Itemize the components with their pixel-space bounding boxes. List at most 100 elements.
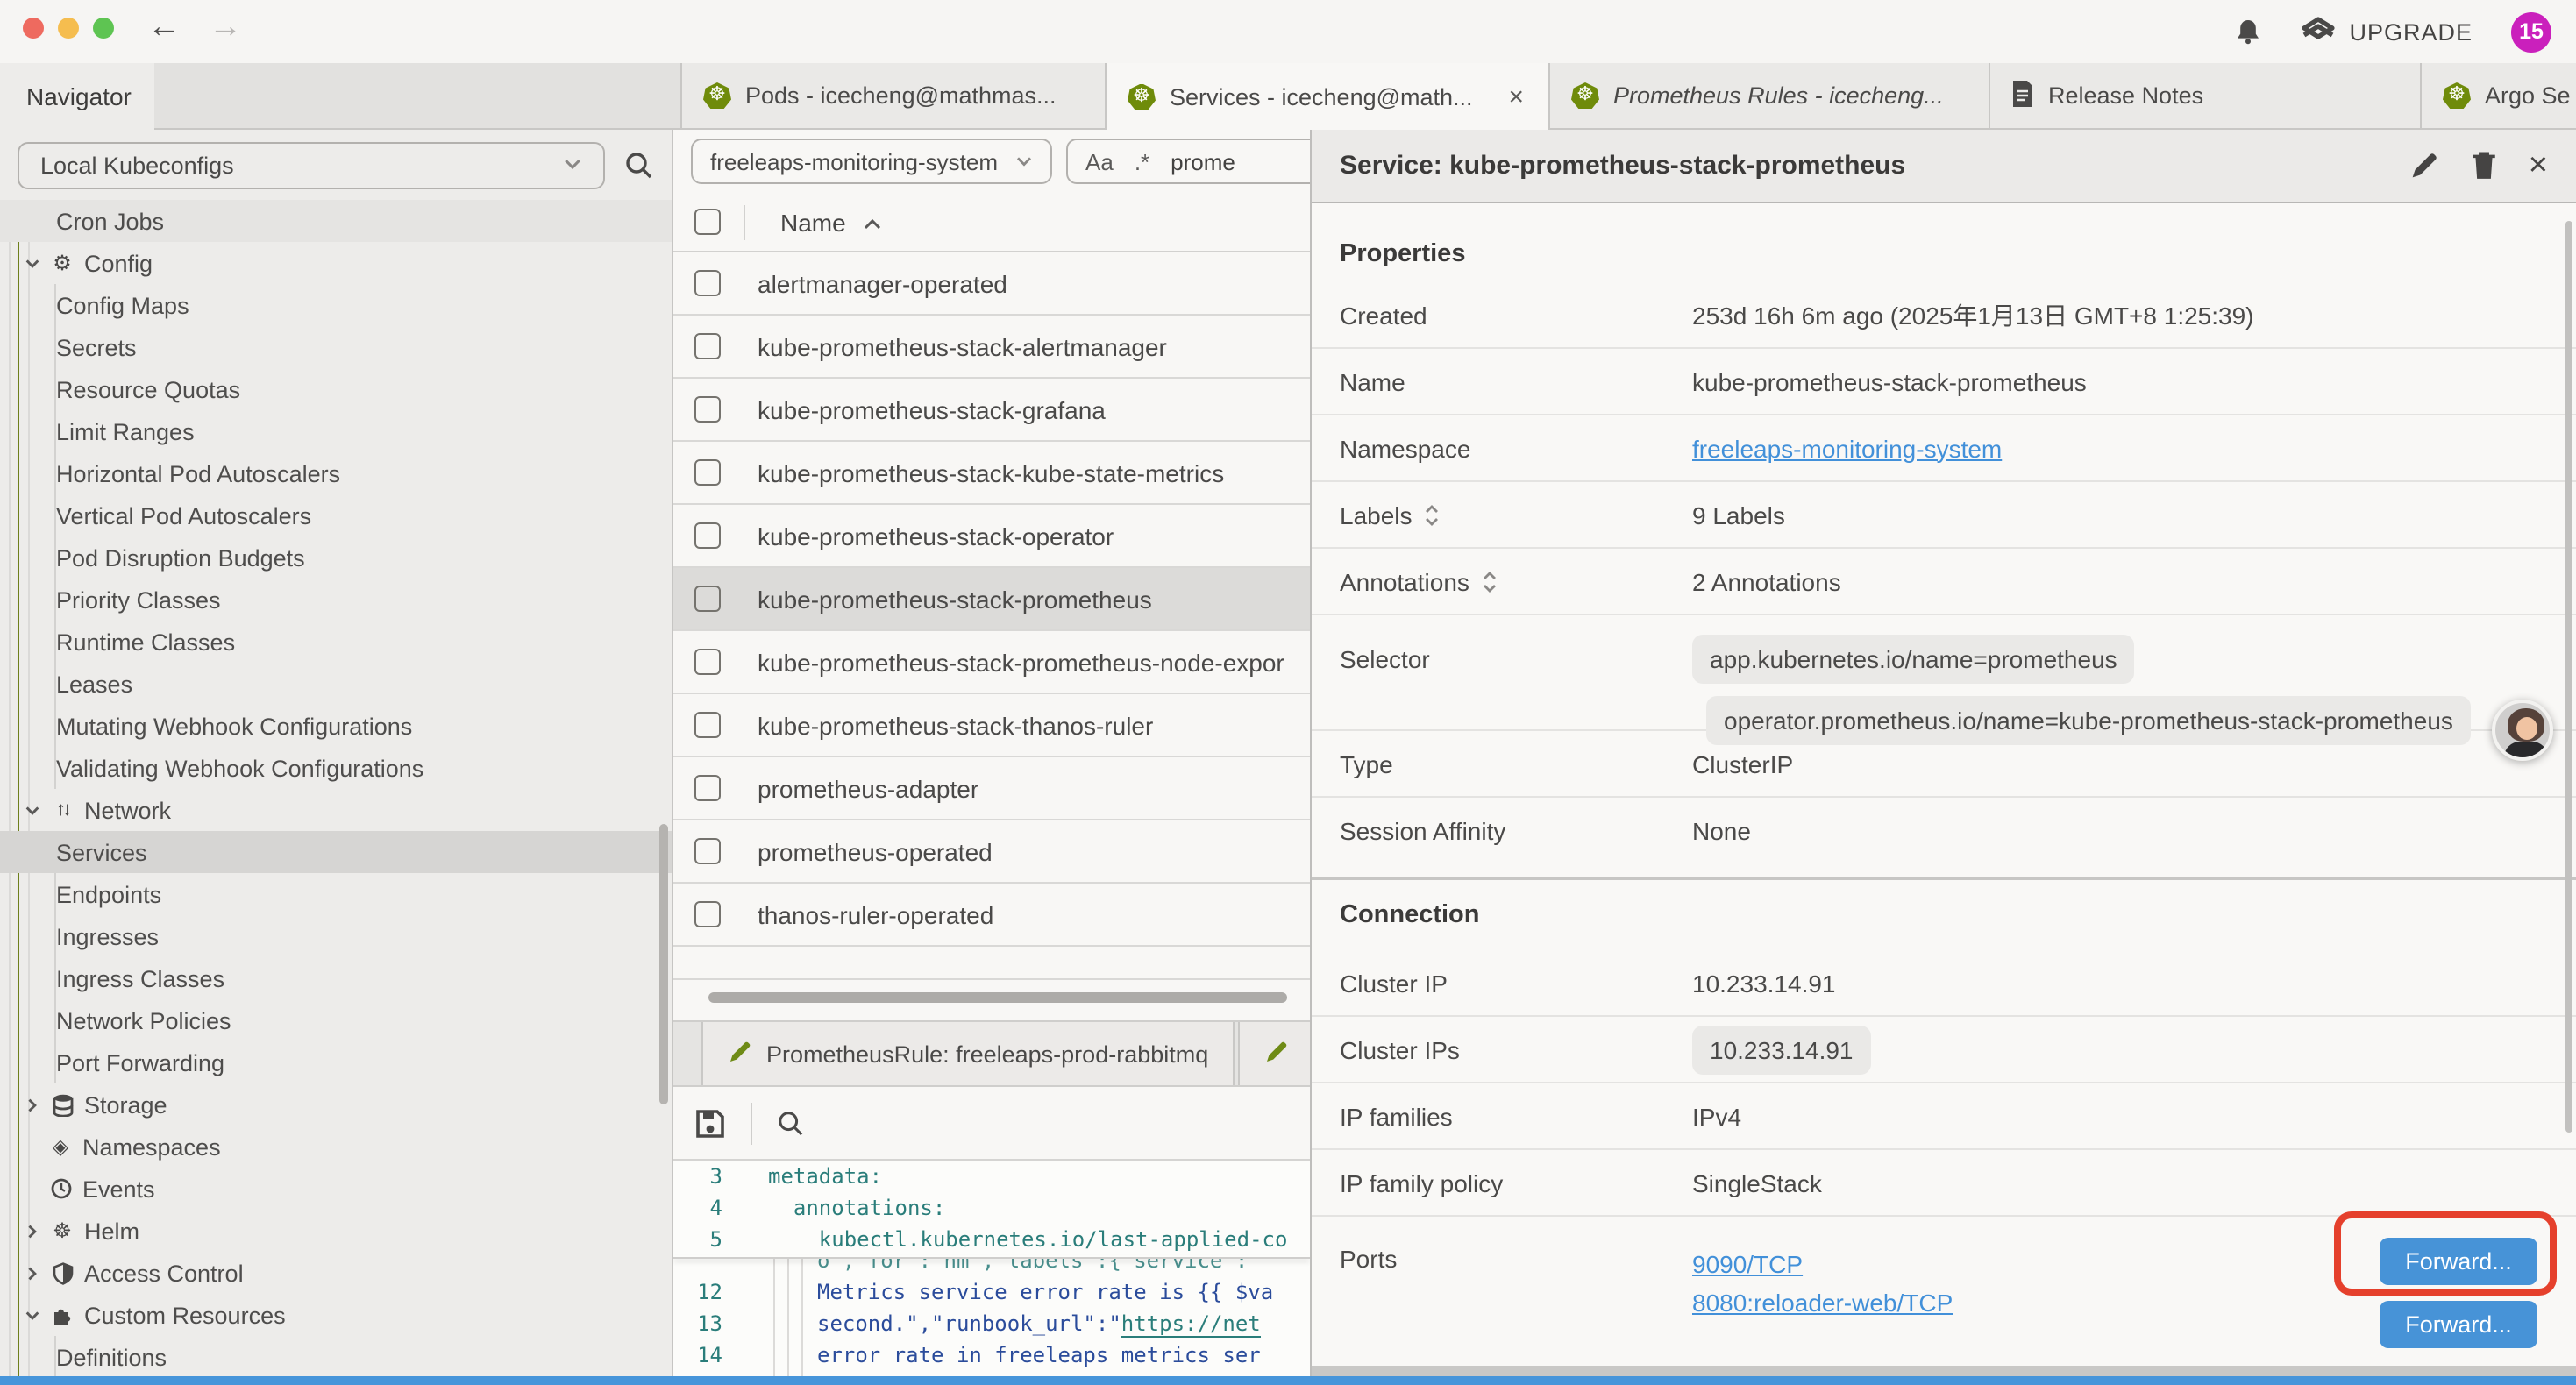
- navigator-scrollbar[interactable]: [659, 824, 668, 1104]
- regex-icon[interactable]: .*: [1135, 148, 1149, 174]
- row-checkbox[interactable]: [694, 775, 721, 801]
- sidebar-item-cron-jobs[interactable]: Cron Jobs: [0, 200, 672, 242]
- column-header-name[interactable]: Name: [780, 208, 883, 236]
- sidebar-item-vertical-pod-autoscalers[interactable]: Vertical Pod Autoscalers: [0, 494, 672, 536]
- trash-icon[interactable]: [2471, 151, 2497, 181]
- tab-release-notes[interactable]: Release Notes: [1989, 63, 2420, 130]
- drawer-scrollbar[interactable]: [2565, 221, 2572, 1133]
- tab-prometheus-rules[interactable]: ☸ Prometheus Rules - icecheng...: [1548, 63, 1989, 130]
- user-avatar[interactable]: [2492, 700, 2553, 761]
- tab-navigator[interactable]: Navigator: [0, 63, 154, 130]
- sidebar-item-access-control[interactable]: Access Control: [0, 1252, 672, 1294]
- select-all-checkbox[interactable]: [694, 209, 721, 235]
- row-checkbox[interactable]: [694, 838, 721, 864]
- sidebar-item-validating-webhook-configurations[interactable]: Validating Webhook Configurations: [0, 747, 672, 789]
- notification-badge[interactable]: 15: [2511, 11, 2551, 52]
- row-checkbox[interactable]: [694, 649, 721, 675]
- upgrade-button[interactable]: UPGRADE: [2300, 15, 2473, 48]
- editor-tab-partial[interactable]: [1238, 1022, 1310, 1085]
- edit-icon[interactable]: [2409, 151, 2439, 181]
- tab-services[interactable]: ☸ Services - icecheng@math... ×: [1105, 63, 1548, 130]
- sidebar-item-pod-disruption-budgets[interactable]: Pod Disruption Budgets: [0, 536, 672, 579]
- row-checkbox[interactable]: [694, 459, 721, 486]
- editor-tab-prometheusrule[interactable]: PrometheusRule: freeleaps-prod-rabbitmq: [701, 1022, 1235, 1085]
- bell-icon[interactable]: [2233, 17, 2261, 46]
- sidebar-item-resource-quotas[interactable]: Resource Quotas: [0, 368, 672, 410]
- namespace-link[interactable]: freeleaps-monitoring-system: [1692, 434, 2002, 462]
- sidebar-item-secrets[interactable]: Secrets: [0, 326, 672, 368]
- sidebar-item-namespaces[interactable]: ◈ Namespaces: [0, 1126, 672, 1168]
- row-checkbox[interactable]: [694, 901, 721, 927]
- table-row[interactable]: alertmanager-operated: [673, 252, 1310, 316]
- sidebar-item-mutating-webhook-configurations[interactable]: Mutating Webhook Configurations: [0, 705, 672, 747]
- sidebar-item-ingress-classes[interactable]: Ingress Classes: [0, 957, 672, 999]
- search-icon[interactable]: [624, 150, 654, 180]
- expander-icon[interactable]: [1425, 502, 1441, 527]
- editor-search-icon[interactable]: [777, 1109, 805, 1137]
- url-link[interactable]: https://net: [1121, 1311, 1261, 1338]
- tab-close-icon[interactable]: ×: [1505, 82, 1527, 111]
- table-row[interactable]: kube-prometheus-stack-prometheus-node-ex…: [673, 631, 1310, 694]
- row-checkbox[interactable]: [694, 270, 721, 296]
- sidebar-item-storage[interactable]: Storage: [0, 1083, 672, 1126]
- sidebar-item-services[interactable]: Services: [0, 831, 672, 873]
- sidebar-item-config-maps[interactable]: Config Maps: [0, 284, 672, 326]
- row-checkbox[interactable]: [694, 712, 721, 738]
- port-link[interactable]: 8080:reloader-web/TCP: [1692, 1289, 1953, 1317]
- back-icon[interactable]: ←: [147, 9, 181, 47]
- sidebar-item-horizontal-pod-autoscalers[interactable]: Horizontal Pod Autoscalers: [0, 452, 672, 494]
- drawer-body: Properties Created 253d 16h 6m ago (2025…: [1312, 203, 2576, 1366]
- namespace-selector[interactable]: freeleaps-monitoring-system: [691, 138, 1052, 184]
- row-checkbox[interactable]: [694, 522, 721, 549]
- table-row[interactable]: prometheus-operated: [673, 820, 1310, 884]
- yaml-editor[interactable]: 3metadata: 4 annotations: 5 kubectl.kube…: [673, 1161, 1310, 1385]
- table-row[interactable]: kube-prometheus-stack-kube-state-metrics: [673, 442, 1310, 505]
- sidebar-item-port-forwarding[interactable]: Port Forwarding: [0, 1041, 672, 1083]
- toolbar-divider: [751, 1102, 752, 1144]
- sidebar-item-custom-resources[interactable]: Custom Resources: [0, 1294, 672, 1336]
- sidebar-item-config[interactable]: ⚙ Config: [0, 242, 672, 284]
- tab-argo[interactable]: ☸ Argo Se: [2420, 63, 2576, 130]
- minimize-window-button[interactable]: [58, 18, 79, 39]
- sidebar-item-limit-ranges[interactable]: Limit Ranges: [0, 410, 672, 452]
- row-checkbox[interactable]: [694, 586, 721, 612]
- expander-icon[interactable]: [1482, 569, 1498, 593]
- kubeconfig-selector[interactable]: Local Kubeconfigs: [18, 141, 605, 188]
- sidebar-item-definitions[interactable]: Definitions: [0, 1336, 672, 1378]
- table-row-selected[interactable]: kube-prometheus-stack-prometheus: [673, 568, 1310, 631]
- close-window-button[interactable]: [23, 18, 44, 39]
- sidebar-item-leases[interactable]: Leases: [0, 663, 672, 705]
- search-input[interactable]: Aa .* prome: [1066, 138, 1310, 184]
- forward-button[interactable]: Forward...: [2380, 1301, 2537, 1348]
- row-checkbox[interactable]: [694, 396, 721, 423]
- horizontal-scrollbar[interactable]: [708, 992, 1287, 1003]
- sidebar-item-network-policies[interactable]: Network Policies: [0, 999, 672, 1041]
- navigator-panel: Local Kubeconfigs Cron Jobs: [0, 130, 672, 1385]
- zoom-window-button[interactable]: [93, 18, 114, 39]
- sidebar-item-ingresses[interactable]: Ingresses: [0, 915, 672, 957]
- sidebar-item-priority-classes[interactable]: Priority Classes: [0, 579, 672, 621]
- clock-icon: [47, 1178, 74, 1199]
- tab-pods[interactable]: ☸ Pods - icecheng@mathmas...: [680, 63, 1105, 130]
- app-window: ← → UPGRADE 15 Navigator ☸ Pods - iceche: [0, 0, 2576, 1385]
- sidebar-item-network[interactable]: ↑↓ Network: [0, 789, 672, 831]
- forward-icon[interactable]: →: [209, 9, 242, 47]
- table-row[interactable]: prometheus-adapter: [673, 757, 1310, 820]
- pencil-icon: [728, 1039, 752, 1069]
- table-row[interactable]: kube-prometheus-stack-alertmanager: [673, 316, 1310, 379]
- table-row[interactable]: kube-prometheus-stack-operator: [673, 505, 1310, 568]
- close-icon[interactable]: ×: [2529, 149, 2548, 182]
- table-row[interactable]: kube-prometheus-stack-thanos-ruler: [673, 694, 1310, 757]
- chevron-down-icon: [563, 152, 582, 178]
- layers-icon: ◈: [47, 1134, 74, 1159]
- sidebar-item-runtime-classes[interactable]: Runtime Classes: [0, 621, 672, 663]
- match-case-icon[interactable]: Aa: [1085, 148, 1114, 174]
- sidebar-item-events[interactable]: Events: [0, 1168, 672, 1210]
- row-checkbox[interactable]: [694, 333, 721, 359]
- sidebar-item-endpoints[interactable]: Endpoints: [0, 873, 672, 915]
- port-link[interactable]: 9090/TCP: [1692, 1250, 1803, 1278]
- table-row[interactable]: kube-prometheus-stack-grafana: [673, 379, 1310, 442]
- save-icon[interactable]: [694, 1107, 726, 1139]
- table-row[interactable]: thanos-ruler-operated: [673, 884, 1310, 947]
- sidebar-item-helm[interactable]: ☸ Helm: [0, 1210, 672, 1252]
